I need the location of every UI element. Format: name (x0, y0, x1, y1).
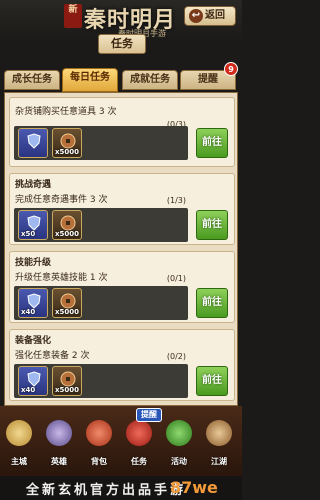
reward-amount: x5000 (55, 308, 79, 316)
reward-strip: x50 x5000 (14, 208, 188, 242)
nav-label: 英雄 (51, 457, 67, 466)
nav-label: 江湖 (211, 457, 227, 466)
task-card: 技能升级 升级任意英雄技能 1 次 (0/1) x40 x5000 前往 (9, 251, 235, 323)
task-progress: (0/1) (166, 274, 186, 283)
back-label: 返回 (205, 10, 225, 21)
go-button[interactable]: 前往 (196, 366, 228, 396)
nav-city[interactable]: 主城 (4, 416, 34, 472)
task-progress: (0/2) (166, 352, 186, 361)
activity-icon (166, 420, 192, 446)
task-list[interactable]: 杂货铺购买任意道具 3 次 (0/3) x5000 前往 挑战奇遇 完成任意奇遇… (4, 92, 238, 406)
coin-icon (60, 293, 76, 309)
task-card: 挑战奇遇 完成任意奇遇事件 3 次 (1/3) x50 x5000 前往 (9, 173, 235, 245)
logo-seal: 新 (64, 4, 82, 28)
task-description: 杂货铺购买任意道具 3 次 (15, 107, 117, 117)
reward-strip: x5000 (14, 126, 188, 160)
task-description: 完成任意奇遇事件 3 次 (15, 195, 108, 205)
footer-text: 全新玄机官方出品手游 (26, 483, 187, 498)
go-button[interactable]: 前往 (196, 128, 228, 158)
watermark: 87we (170, 478, 218, 497)
hero-icon (46, 420, 72, 446)
shield-icon (27, 133, 41, 149)
city-icon (6, 420, 32, 446)
nav-task[interactable]: 任务 (124, 416, 154, 472)
reward-item[interactable]: x5000 (52, 210, 82, 240)
go-button[interactable]: 前往 (196, 210, 228, 240)
reward-strip: x40 x5000 (14, 364, 188, 398)
task-description: 升级任意英雄技能 1 次 (15, 273, 108, 283)
nav-bag[interactable]: 背包 (84, 416, 114, 472)
bag-icon (86, 420, 112, 446)
reward-item[interactable]: x5000 (52, 288, 82, 318)
coin-icon (60, 215, 76, 231)
task-tabs: 成长任务 每日任务 成就任务 提醒 (4, 68, 238, 92)
reward-item[interactable]: x5000 (52, 366, 82, 396)
nav-activity[interactable]: 活动 (164, 416, 194, 472)
remind-tip: 提醒 (136, 408, 162, 422)
task-category: 挑战奇遇 (15, 180, 52, 190)
back-button[interactable]: ↩ 返回 (184, 6, 236, 26)
reward-item[interactable]: x40 (18, 366, 48, 396)
shield-icon (27, 293, 41, 309)
task-category: 装备强化 (15, 336, 52, 346)
task-category: 技能升级 (15, 258, 52, 268)
reward-strip: x40 x5000 (14, 286, 188, 320)
reward-amount: x5000 (55, 148, 79, 156)
reward-item[interactable]: x50 (18, 210, 48, 240)
notification-badge: 9 (224, 62, 238, 76)
task-card: 杂货铺购买任意道具 3 次 (0/3) x5000 前往 (9, 97, 235, 167)
nav-label: 背包 (91, 457, 107, 466)
reward-amount: x5000 (55, 230, 79, 238)
reward-item[interactable]: x5000 (52, 128, 82, 158)
nav-label: 活动 (171, 457, 187, 466)
reward-amount: x40 (21, 386, 36, 394)
coin-icon (60, 371, 76, 387)
title-bar: 任务 (6, 30, 238, 60)
back-arrow-icon: ↩ (189, 9, 203, 23)
shield-icon (27, 215, 41, 231)
go-button[interactable]: 前往 (196, 288, 228, 318)
coin-icon (60, 133, 76, 149)
footer-banner: 全新玄机官方出品手游 87we (0, 476, 242, 500)
task-description: 强化任意装备 2 次 (15, 351, 90, 361)
bottom-nav: 主城 英雄 背包 任务 活动 江湖 (0, 406, 242, 476)
reward-item[interactable] (18, 128, 48, 158)
nav-label: 任务 (131, 457, 147, 466)
tab-growth[interactable]: 成长任务 (4, 70, 60, 90)
reward-amount: x5000 (55, 386, 79, 394)
task-icon (126, 420, 152, 446)
reward-amount: x40 (21, 308, 36, 316)
shield-icon (27, 371, 41, 387)
page-title: 任务 (98, 34, 146, 54)
tab-daily[interactable]: 每日任务 (62, 68, 118, 92)
task-card: 装备强化 强化任意装备 2 次 (0/2) x40 x5000 前往 (9, 329, 235, 401)
reward-amount: x50 (21, 230, 36, 238)
nav-jianghu[interactable]: 江湖 (204, 416, 234, 472)
task-progress: (1/3) (166, 196, 186, 205)
nav-hero[interactable]: 英雄 (44, 416, 74, 472)
tab-achievement[interactable]: 成就任务 (122, 70, 178, 90)
nav-label: 主城 (11, 457, 27, 466)
reward-item[interactable]: x40 (18, 288, 48, 318)
jianghu-icon (206, 420, 232, 446)
